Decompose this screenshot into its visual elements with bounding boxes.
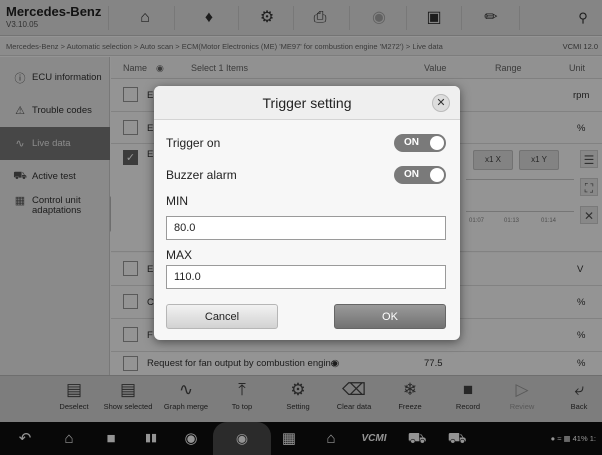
trigger-setting-dialog: Trigger setting ✕ Trigger on ON Buzzer a… — [154, 86, 460, 340]
max-input[interactable]: 110.0 — [166, 265, 446, 289]
toggle-state: ON — [404, 169, 419, 180]
buzzer-alarm-label: Buzzer alarm — [166, 168, 237, 182]
min-input[interactable]: 80.0 — [166, 216, 446, 240]
cancel-button[interactable]: Cancel — [166, 304, 278, 329]
toggle-knob — [430, 136, 444, 150]
trigger-on-label: Trigger on — [166, 136, 221, 150]
toggle-knob — [430, 168, 444, 182]
toggle-state: ON — [404, 137, 419, 148]
close-icon[interactable]: ✕ — [432, 94, 450, 112]
buzzer-alarm-toggle[interactable]: ON — [394, 166, 446, 184]
trigger-on-toggle[interactable]: ON — [394, 134, 446, 152]
dialog-header: Trigger setting ✕ — [154, 86, 460, 120]
ok-button[interactable]: OK — [334, 304, 446, 329]
max-label: MAX — [166, 248, 193, 262]
dialog-title: Trigger setting — [262, 95, 352, 111]
min-label: MIN — [166, 194, 188, 208]
